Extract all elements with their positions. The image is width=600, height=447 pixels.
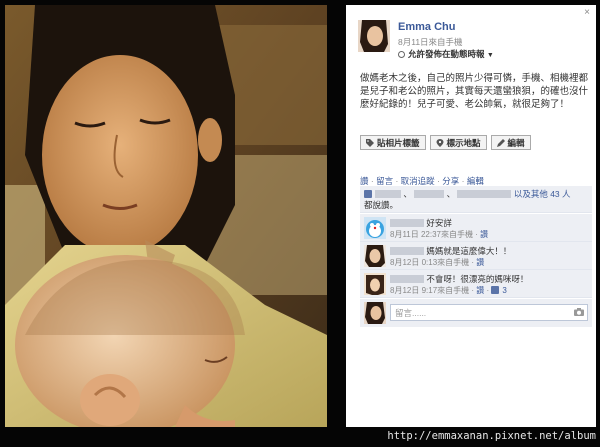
comment-meta: 8月12日 0:13來自手機 · 讚: [390, 258, 485, 267]
commenter-photo: [364, 245, 386, 267]
photo-caption: 做媽老木之後，自己的照片少得可憐，手機、相機裡都是兒子和老公的照片，其實每天還蠻…: [360, 73, 589, 110]
add-location-button[interactable]: 標示地點: [429, 135, 487, 150]
add-location-label: 標示地點: [446, 137, 481, 148]
redacted-name: [414, 190, 445, 198]
redacted-name: [375, 190, 401, 198]
thumbs-up-icon: [491, 286, 500, 294]
post-timestamp[interactable]: 8月11日來自手機: [398, 36, 463, 48]
comment-placeholder: 留言......: [395, 308, 427, 318]
redacted-name[interactable]: [390, 219, 424, 227]
redacted-name[interactable]: [390, 247, 424, 255]
comment-likes-count[interactable]: 3: [502, 286, 506, 295]
comment-body: 不會呀！很漂亮的媽咪呀！: [390, 273, 528, 285]
commenter-avatar[interactable]: [364, 273, 386, 295]
comment-like-link[interactable]: 讚: [476, 286, 484, 295]
author-avatar-image: [358, 20, 390, 52]
comment-body: 媽媽就是這麼偉大！！: [390, 245, 511, 257]
photo-actions-bar: 貼相片標籤 標示地點 編輯: [360, 135, 531, 150]
share-link[interactable]: 分享: [442, 176, 459, 186]
comment-meta: 8月11日 22:37來自手機 · 讚: [390, 230, 489, 239]
comment-like-link[interactable]: 讚: [480, 230, 488, 239]
comment-item: 媽媽就是這麼偉大！！ 8月12日 0:13來自手機 · 讚: [360, 242, 592, 270]
photo[interactable]: [5, 5, 327, 427]
tag-icon: [366, 138, 374, 147]
comment-input[interactable]: 留言......: [390, 304, 588, 321]
edit-label: 編輯: [507, 137, 525, 148]
pencil-icon: [496, 138, 505, 147]
edit-button[interactable]: 編輯: [490, 135, 531, 150]
write-comment-row: 留言......: [360, 299, 592, 327]
redacted-name: [457, 190, 512, 198]
watermark-url: http://emmaxanan.pixnet.net/album: [387, 430, 596, 442]
likes-summary[interactable]: 、 、 以及其他 43 人 都說讚。: [360, 186, 592, 213]
commenter-avatar[interactable]: [364, 217, 386, 239]
privacy-label: 允許發佈在動態時報: [408, 49, 485, 59]
comment-link[interactable]: 留言: [376, 176, 393, 186]
comment-like-link[interactable]: 讚: [476, 258, 484, 267]
redacted-name[interactable]: [390, 275, 424, 283]
likes-count-text: 以及其他 43 人: [513, 189, 571, 199]
commenter-avatar[interactable]: [364, 245, 386, 267]
likes-suffix-text: 都說讚。: [364, 200, 399, 210]
comment-text: 媽媽就是這麼偉大！！: [426, 246, 512, 256]
author-avatar[interactable]: [358, 20, 390, 52]
circle-icon: [398, 51, 405, 58]
close-icon[interactable]: ×: [582, 8, 592, 18]
tag-photo-button[interactable]: 貼相片標籤: [360, 135, 426, 150]
separator: ·: [459, 176, 467, 186]
photo-image: [5, 5, 327, 427]
comment-item: 好安詳 8月11日 22:37來自手機 · 讚: [360, 214, 592, 242]
author-name[interactable]: Emma Chu: [398, 21, 455, 33]
current-user-photo: [364, 302, 386, 324]
comment-body: 好安詳: [390, 217, 452, 229]
comment-time[interactable]: 8月12日 9:17來自手機: [390, 286, 469, 295]
unfollow-link[interactable]: 取消追蹤: [401, 176, 435, 186]
comment-time[interactable]: 8月11日 22:37來自手機: [390, 230, 473, 239]
comment-text: 不會呀！很漂亮的媽咪呀！: [426, 274, 529, 284]
chevron-down-icon: ▼: [486, 52, 494, 59]
comment-item: 不會呀！很漂亮的媽咪呀！ 8月12日 9:17來自手機 · 讚 · 3: [360, 270, 592, 298]
comment-meta: 8月12日 9:17來自手機 · 讚 · 3: [390, 286, 507, 295]
location-pin-icon: [436, 138, 444, 147]
current-user-avatar: [364, 302, 386, 324]
comment-time[interactable]: 8月12日 0:13來自手機: [390, 258, 469, 267]
photo-viewer: × Emma Chu 8月11日來自手機 允許發佈在動態時報 ▼ 做媽老木之後，…: [0, 0, 600, 447]
comment-text: 好安詳: [426, 218, 452, 228]
timeline-privacy-setting[interactable]: 允許發佈在動態時報 ▼: [398, 48, 494, 60]
like-link[interactable]: 讚: [360, 176, 369, 186]
photo-details-panel: × Emma Chu 8月11日來自手機 允許發佈在動態時報 ▼ 做媽老木之後，…: [346, 5, 596, 427]
robot-avatar-icon: [364, 217, 386, 239]
edit-link[interactable]: 編輯: [467, 176, 484, 186]
camera-icon[interactable]: [574, 308, 584, 316]
separator: ·: [393, 176, 401, 186]
commenter-photo: [364, 273, 386, 295]
thumbs-up-icon: [364, 190, 372, 198]
tag-photo-label: 貼相片標籤: [377, 137, 420, 148]
separator: ·: [368, 176, 377, 186]
